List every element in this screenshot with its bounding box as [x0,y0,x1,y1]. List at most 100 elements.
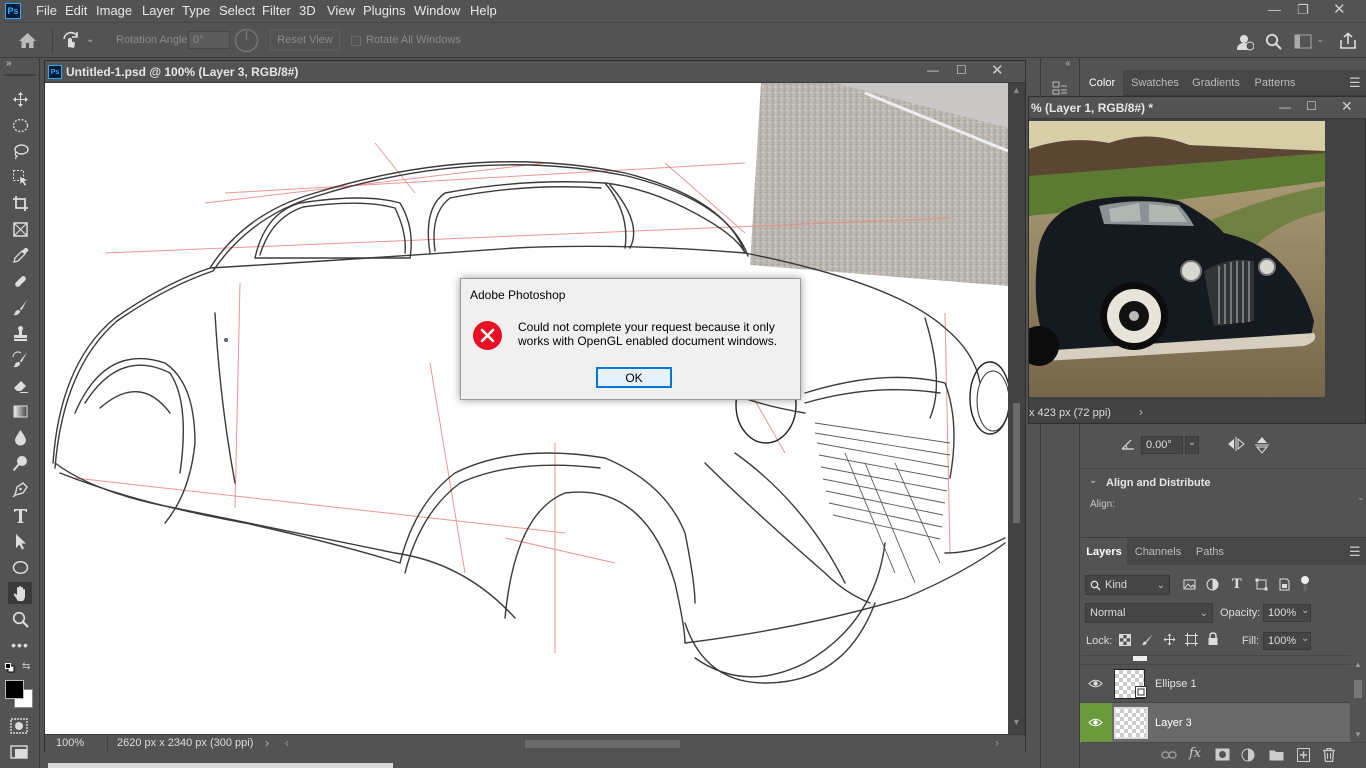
tab-channels[interactable]: Channels [1129,538,1187,565]
menu-layer[interactable]: Layer [142,3,175,18]
default-colors-icon[interactable] [5,663,15,673]
home-icon[interactable] [18,32,37,49]
flip-horizontal-icon[interactable] [1227,437,1245,451]
vertical-scroll-thumb[interactable] [1013,403,1020,523]
lasso-tool-icon[interactable] [8,140,32,162]
filter-toggle-icon[interactable] [1300,575,1310,593]
history-panel-icon[interactable] [1052,81,1068,95]
workspace-icon[interactable] [1294,34,1312,49]
lock-all-icon[interactable] [1207,632,1219,646]
menu-plugins[interactable]: Plugins [363,3,406,18]
panel-menu-icon[interactable]: ☰ [1349,75,1361,91]
rotate-view-tool-icon[interactable] [61,30,81,50]
ok-button[interactable]: OK [596,367,672,388]
zoom-tool-icon[interactable] [8,608,32,630]
ellipse-tool-icon[interactable] [8,556,32,578]
marquee-tool-icon[interactable] [8,114,32,136]
menu-type[interactable]: Type [182,3,210,18]
workspace-chevron-icon[interactable]: ⌄ [1316,34,1324,45]
scroll-down-icon[interactable]: ▼ [1012,717,1021,727]
app-minimize-icon[interactable]: — [1268,2,1281,17]
tab-swatches[interactable]: Swatches [1125,70,1185,96]
collapse-arrows-icon[interactable]: » [6,58,12,69]
crop-tool-icon[interactable] [8,192,32,214]
doc-restore-icon[interactable]: ☐ [956,63,967,77]
new-layer-icon[interactable] [1297,748,1310,762]
hand-tool-icon[interactable] [8,582,32,604]
layer-row-selected[interactable]: Layer 3 [1080,702,1350,743]
eyedropper-tool-icon[interactable] [8,244,32,266]
foreground-color-swatch[interactable] [5,680,24,699]
blur-tool-icon[interactable] [8,426,32,448]
tab-gradients[interactable]: Gradients [1185,70,1247,96]
menu-help[interactable]: Help [470,3,497,18]
eraser-tool-icon[interactable] [8,374,32,396]
second-doc-minimize-icon[interactable]: — [1279,100,1291,114]
shape-filter-icon[interactable] [1255,578,1268,591]
history-brush-tool-icon[interactable] [8,348,32,370]
blend-mode-select[interactable]: Normal ⌄ [1085,603,1213,623]
move-tool-icon[interactable] [8,88,32,110]
scroll-right-icon[interactable]: › [995,736,999,750]
rotation-dial-icon[interactable] [234,28,259,53]
layer-row-partial[interactable] [1081,655,1351,664]
healing-brush-tool-icon[interactable] [8,270,32,292]
delete-layer-trash-icon[interactable] [1323,748,1335,762]
screen-mode-icon[interactable] [10,744,28,760]
flip-vertical-icon[interactable] [1255,436,1269,454]
layer-row[interactable]: Ellipse 1 [1080,664,1350,702]
reset-view-button[interactable]: Reset View [270,29,340,51]
dodge-tool-icon[interactable] [8,452,32,474]
quick-mask-icon[interactable] [10,718,28,734]
lock-transparent-icon[interactable] [1119,634,1131,646]
lock-artboard-icon[interactable] [1185,633,1198,646]
brush-tool-icon[interactable] [8,296,32,318]
menu-image[interactable]: Image [96,3,132,18]
second-status-chevron-icon[interactable]: › [1139,405,1143,419]
scroll-up-icon[interactable]: ▲ [1012,85,1021,95]
rotate-all-checkbox[interactable] [351,36,361,46]
layers-scroll-up-icon[interactable]: ▲ [1354,660,1362,669]
frame-tool-icon[interactable] [8,218,32,240]
type-filter-icon[interactable]: T [1232,577,1242,592]
menu-3d[interactable]: 3D [299,3,316,18]
new-group-folder-icon[interactable] [1269,749,1284,761]
cloud-docs-icon[interactable] [1236,33,1254,51]
menu-view[interactable]: View [327,3,355,18]
menu-edit[interactable]: Edit [65,3,87,18]
tab-color[interactable]: Color [1081,70,1123,96]
gradient-tool-icon[interactable] [8,400,32,422]
tab-paths[interactable]: Paths [1189,538,1231,565]
swap-colors-icon[interactable]: ⇆ [22,661,30,672]
layer-style-fx-icon[interactable]: fx [1189,746,1201,761]
app-close-icon[interactable]: ✕ [1333,0,1346,18]
canvas[interactable] [45,83,1008,734]
object-selection-tool-icon[interactable] [8,166,32,188]
smart-object-filter-icon[interactable] [1278,578,1291,591]
lock-pixels-icon[interactable] [1141,633,1154,646]
doc-close-icon[interactable]: ✕ [991,61,1004,79]
pen-tool-icon[interactable] [8,478,32,500]
collapse-panels-icon[interactable]: « [1065,58,1071,69]
second-doc-close-icon[interactable]: ✕ [1341,98,1353,115]
add-mask-icon[interactable] [1215,748,1230,761]
scroll-left-icon[interactable]: ‹ [285,736,289,750]
menu-window[interactable]: Window [414,3,460,18]
angle-input[interactable]: 0.00° [1141,436,1183,454]
more-tools-icon[interactable]: ••• [8,634,32,656]
layers-scroll-thumb[interactable] [1354,680,1362,698]
horizontal-scroll-thumb[interactable] [525,740,680,748]
path-selection-tool-icon[interactable] [8,530,32,552]
layers-scrollbar[interactable]: ▲ ▼ [1350,660,1366,742]
lock-position-icon[interactable] [1163,633,1176,646]
visibility-eye-icon[interactable] [1088,717,1103,728]
doc-minimize-icon[interactable]: — [927,63,939,77]
second-doc-restore-icon[interactable]: ☐ [1306,99,1317,113]
layer-name[interactable]: Ellipse 1 [1155,678,1197,690]
angle-dropdown-icon[interactable]: ⌄ [1185,436,1199,454]
pixel-filter-icon[interactable] [1183,578,1196,591]
status-menu-chevron-icon[interactable]: › [265,736,269,750]
vertical-scrollbar[interactable]: ▲ ▼ [1008,83,1025,734]
tab-patterns[interactable]: Patterns [1247,70,1303,96]
properties-scroll-icon[interactable]: ⌄ [1357,492,1365,503]
